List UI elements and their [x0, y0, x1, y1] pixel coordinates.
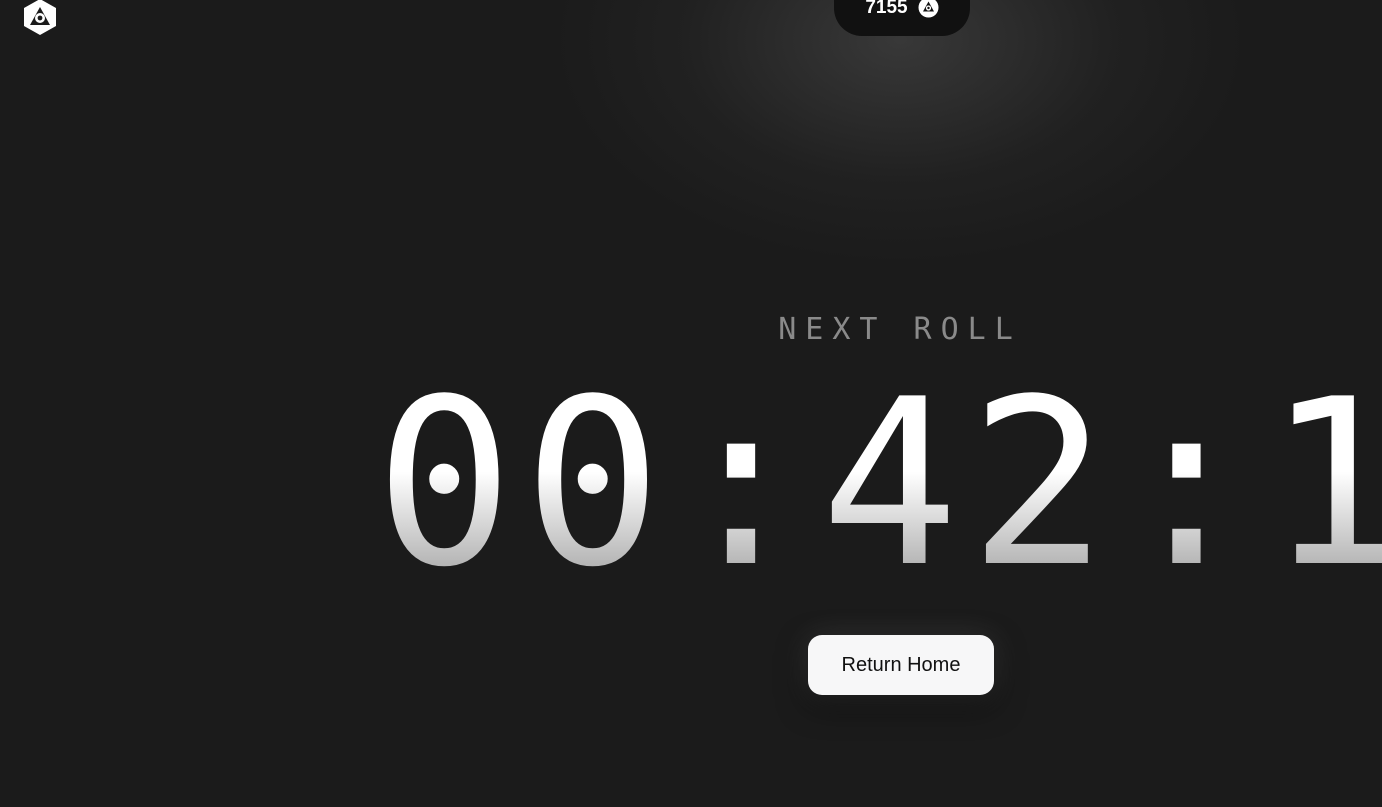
balance-pill[interactable]: 7155: [834, 0, 970, 36]
return-home-button[interactable]: Return Home: [808, 635, 994, 695]
page: 7155 NEXT ROLL 00:42:13 Return Home: [0, 0, 1382, 807]
coin-icon: [918, 0, 939, 18]
next-roll-label: NEXT ROLL: [778, 312, 1022, 347]
countdown-timer: 00:42:13: [375, 355, 1382, 615]
balance-value: 7155: [865, 0, 908, 18]
hexagon-eye-logo-icon[interactable]: [21, 0, 59, 36]
top-glow: [560, 0, 1240, 260]
